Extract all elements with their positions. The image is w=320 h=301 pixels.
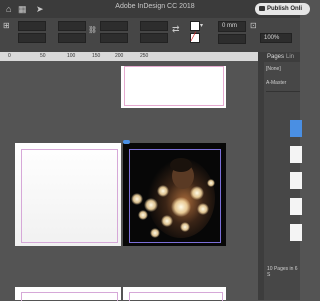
frame-handle[interactable]	[123, 140, 130, 144]
page-top[interactable]	[121, 66, 226, 108]
application-bar: ⌂ ▦ ➤ Adobe InDesign CC 2018 Publish Onl…	[0, 0, 310, 18]
flip-icon[interactable]: ⇄	[172, 24, 180, 34]
page-thumbnail-1[interactable]	[290, 120, 302, 137]
scale-x-field[interactable]	[100, 21, 128, 31]
opacity-field[interactable]: 100%	[260, 33, 292, 43]
tab-pages[interactable]: Pages	[267, 52, 284, 62]
arrow-icon[interactable]: ➤	[36, 4, 44, 14]
frame-margin-guide	[129, 149, 221, 243]
pages-panel-tabs: Pages Lin	[264, 52, 300, 62]
page-margin-guide	[124, 66, 224, 106]
stroke-weight-field[interactable]: 0 mm	[218, 21, 246, 32]
page-thumbnail-4[interactable]	[290, 198, 302, 215]
ruler-tick-50: 50	[40, 53, 46, 59]
ruler-tick-250: 250	[140, 53, 149, 59]
window-title: Adobe InDesign CC 2018	[115, 3, 195, 10]
panel-divider	[266, 91, 300, 92]
home-icon[interactable]: ⌂	[6, 4, 11, 14]
ruler-tick-150: 150	[92, 53, 101, 59]
a-master-label[interactable]: A-Master	[266, 80, 286, 86]
x-field[interactable]	[18, 21, 46, 31]
page-left[interactable]	[15, 143, 121, 246]
ruler-tick-200: 200	[115, 53, 124, 59]
height-field[interactable]	[58, 33, 86, 43]
y-field[interactable]	[18, 33, 46, 43]
width-field[interactable]	[58, 21, 86, 31]
none-master-label[interactable]: [None]	[266, 66, 281, 72]
dropdown-chevron-icon[interactable]: ▾	[200, 22, 203, 29]
none-stroke-icon: ╱	[191, 32, 196, 41]
ruler-tick-100: 100	[67, 53, 76, 59]
page-bottom-left[interactable]	[15, 287, 121, 301]
fill-swatch[interactable]	[190, 21, 200, 31]
page-thumbnail-5[interactable]	[290, 224, 302, 241]
shear-field[interactable]	[140, 33, 168, 43]
rotate-field[interactable]	[140, 21, 168, 31]
page-margin-guide	[21, 149, 118, 243]
ruler-tick-0: 0	[8, 53, 11, 59]
stroke-type-field[interactable]	[218, 34, 246, 44]
publish-icon	[259, 6, 265, 11]
link-icon[interactable]: ⛓	[88, 26, 97, 36]
tab-links[interactable]: Lin	[286, 52, 294, 62]
pages-status: 10 Pages in 6 S	[267, 266, 298, 278]
frame-icon[interactable]: ⊡	[250, 21, 257, 31]
grid-icon[interactable]: ▦	[18, 4, 27, 14]
scale-y-field[interactable]	[100, 33, 128, 43]
page-thumbnail-2[interactable]	[290, 146, 302, 163]
page-bottom-right[interactable]	[123, 287, 226, 301]
control-panel: ⊞ ⛓ ⇄ ╱ ▾ 0 mm ⊡ 100%	[0, 18, 300, 53]
page-thumbnail-3[interactable]	[290, 172, 302, 189]
photo-frame[interactable]	[123, 143, 226, 246]
reference-point-icon[interactable]: ⊞	[3, 21, 10, 31]
